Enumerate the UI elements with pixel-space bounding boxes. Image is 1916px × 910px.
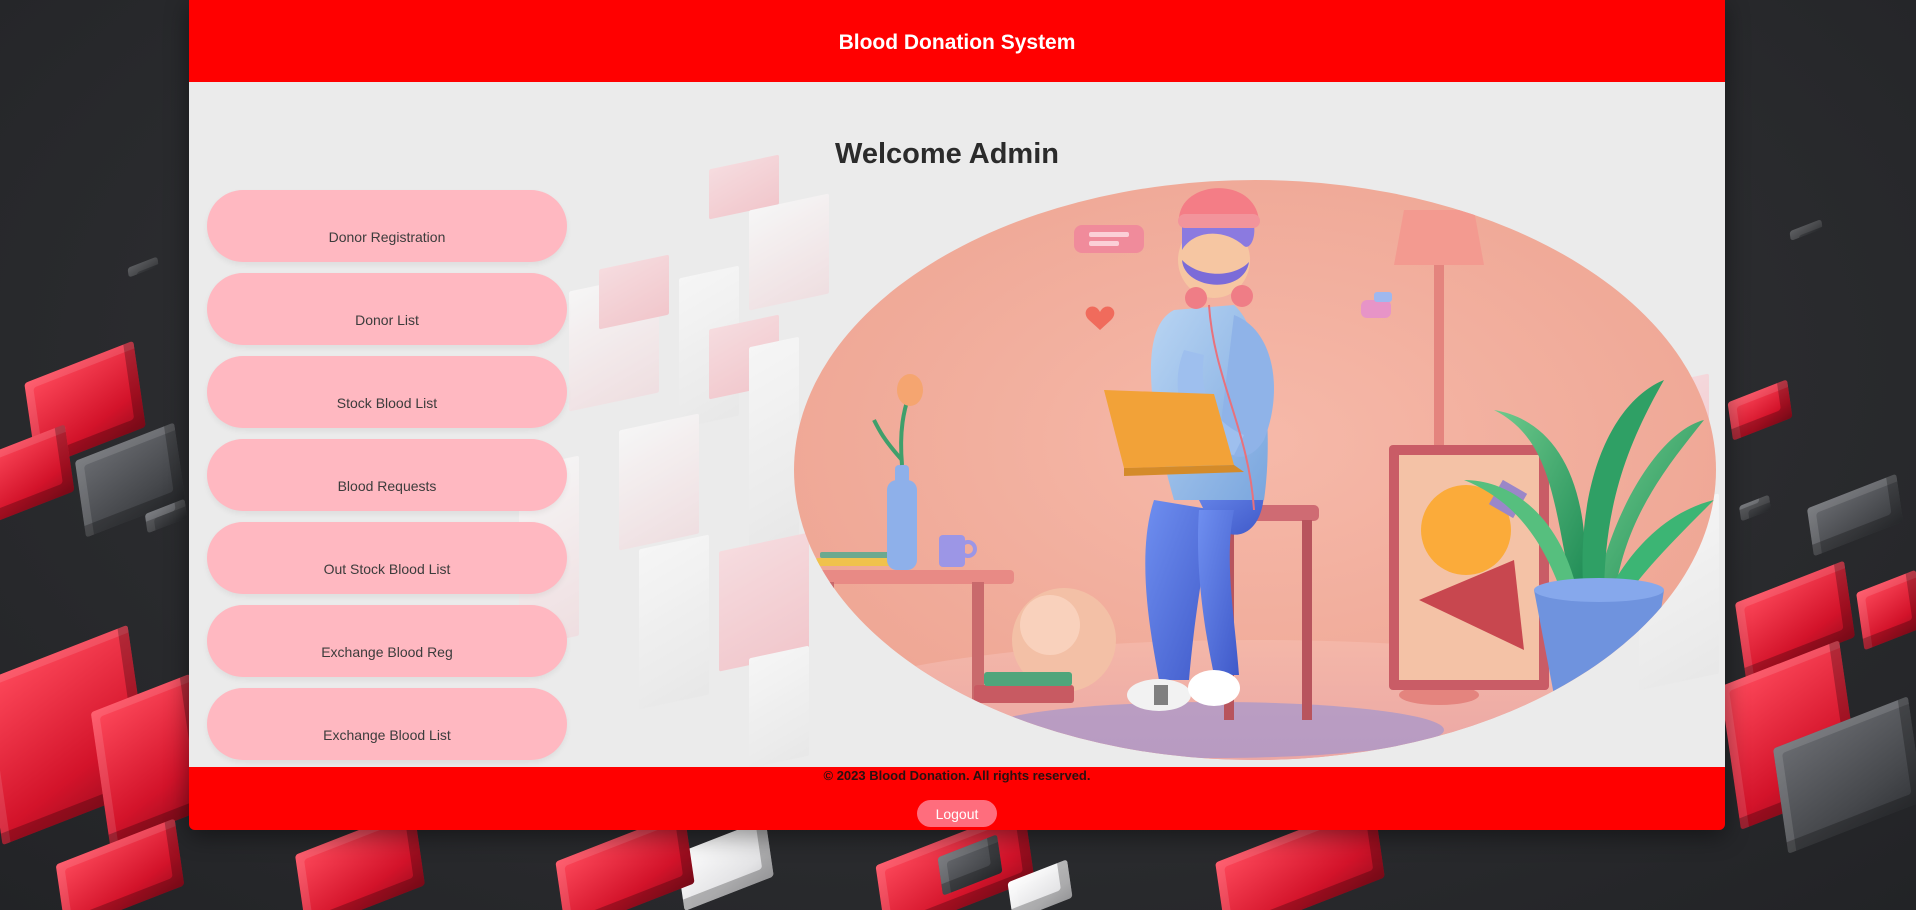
background-cube [1727,379,1793,441]
copyright-text: © 2023 Blood Donation. All rights reserv… [823,768,1091,783]
dashboard-content: Welcome Admin Donor Registration Donor L… [189,82,1725,767]
app-header: Blood Donation System [189,0,1725,82]
background-cube [127,256,159,278]
donor-list-button[interactable]: Donor List [207,273,567,345]
donor-registration-button[interactable]: Donor Registration [207,190,567,262]
background-cube [1856,569,1916,651]
app-window: Blood Donation System Welcome Admin Dono… [189,0,1725,830]
app-footer: © 2023 Blood Donation. All rights reserv… [189,767,1725,830]
exchange-blood-list-button[interactable]: Exchange Blood List [207,688,567,760]
background-cube [0,424,75,526]
background-cube [1789,219,1823,241]
background-cube [1739,494,1771,522]
logout-button[interactable]: Logout [917,800,997,827]
admin-menu: Donor Registration Donor List Stock Bloo… [207,190,567,767]
app-title: Blood Donation System [838,31,1076,54]
welcome-heading: Welcome Admin [835,138,1059,170]
stock-blood-list-button[interactable]: Stock Blood List [207,356,567,428]
exchange-blood-reg-button[interactable]: Exchange Blood Reg [207,605,567,677]
background-cube [1806,473,1904,557]
blood-requests-button[interactable]: Blood Requests [207,439,567,511]
admin-illustration [794,180,1716,760]
out-stock-blood-list-button[interactable]: Out Stock Blood List [207,522,567,594]
